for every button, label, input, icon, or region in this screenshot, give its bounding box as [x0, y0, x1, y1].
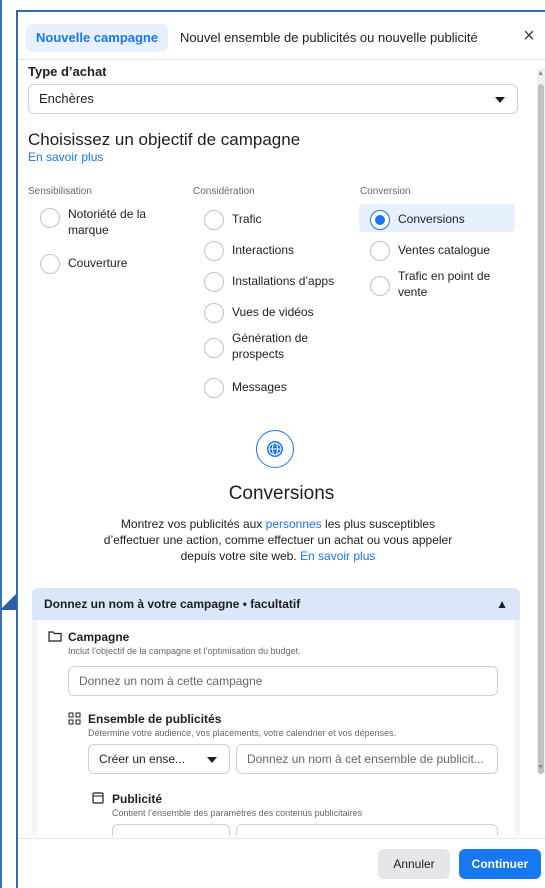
close-icon[interactable]: × [517, 25, 541, 49]
adset-mode-value: Créer un ense... [99, 752, 186, 766]
campaign-naming-panel: Donnez un nom à votre campagne • faculta… [32, 588, 520, 836]
option-video-views[interactable]: Vues de vidéos [204, 301, 354, 323]
ad-section-subtitle: Contient l’ensemble des paramètres des c… [112, 808, 363, 818]
campaign-name-input[interactable]: Donnez un nom à cette campagne [68, 666, 498, 696]
dialog-scroll-area: Type d’achat Enchères Choisissez un obje… [18, 60, 545, 836]
adset-mode-select[interactable]: Créer un ense... [88, 744, 230, 774]
campaign-section-title: Campagne [68, 630, 130, 644]
dialog-footer: Annuler Continuer [18, 838, 545, 888]
radio-button[interactable] [204, 210, 224, 230]
radio-button[interactable] [204, 303, 224, 323]
radio-button[interactable] [370, 276, 390, 296]
adset-section-subtitle: Détermine votre audience, vos placements… [88, 728, 397, 738]
selected-objective-description: Montrez vos publicités aux personnes les… [98, 516, 458, 564]
naming-panel-title: Donnez un nom à votre campagne • faculta… [44, 597, 301, 611]
dialog-tabs: Nouvelle campagne Nouvel ensemble de pub… [18, 12, 545, 60]
radio-button[interactable] [370, 241, 390, 261]
option-label: Notoriété de la marque [68, 207, 147, 237]
radio-button[interactable] [40, 254, 60, 274]
caret-down-icon [207, 757, 217, 763]
left-accent-stripe [0, 0, 2, 888]
people-link[interactable]: personnes [266, 517, 322, 531]
option-lead-generation[interactable]: Génération de prospects [204, 330, 324, 362]
purchase-type-value: Enchères [39, 91, 94, 106]
tab-new-adset-or-ad[interactable]: Nouvel ensemble de publicités ou nouvell… [170, 24, 488, 52]
description-text: Montrez vos publicités aux [120, 517, 266, 531]
learn-more-link[interactable]: En savoir plus [28, 150, 103, 164]
option-label: Interactions [232, 243, 295, 257]
option-engagement[interactable]: Interactions [204, 239, 354, 261]
radio-button[interactable] [204, 338, 224, 358]
create-campaign-dialog: Nouvelle campagne Nouvel ensemble de pub… [16, 10, 545, 888]
naming-panel-header[interactable]: Donnez un nom à votre campagne • faculta… [32, 588, 520, 620]
option-reach[interactable]: Couverture [40, 252, 160, 274]
ad-section-title: Publicité [112, 792, 163, 806]
ad-window-icon [92, 792, 104, 807]
radio-button[interactable] [204, 241, 224, 261]
cancel-button[interactable]: Annuler [378, 849, 450, 879]
option-label: Génération de prospects [232, 331, 309, 361]
option-label: Vues de vidéos [232, 305, 314, 319]
ad-name-input[interactable] [236, 824, 498, 836]
column-heading-awareness: Sensibilisation [28, 186, 92, 197]
option-conversions[interactable]: Conversions [370, 208, 520, 230]
objective-title: Choisissez un objectif de campagne [28, 130, 301, 149]
tab-new-campaign[interactable]: Nouvelle campagne [26, 24, 169, 52]
scrollbar-thumb[interactable] [538, 84, 544, 774]
naming-panel-body: Campagne Inclut l’objectif de la campagn… [38, 620, 514, 836]
adset-name-input[interactable]: Donnez un nom à cet ensemble de publicit… [236, 744, 498, 774]
option-messages[interactable]: Messages [204, 376, 354, 398]
option-label: Conversions [398, 212, 465, 226]
option-label: Couverture [68, 256, 128, 270]
purchase-type-label: Type d’achat [28, 64, 107, 79]
radio-button-selected[interactable] [370, 210, 390, 230]
option-brand-awareness[interactable]: Notoriété de la marque [40, 206, 160, 238]
ad-mode-select[interactable] [112, 824, 230, 836]
option-catalog-sales[interactable]: Ventes catalogue [370, 239, 520, 261]
grid-icon [68, 712, 81, 728]
radio-button[interactable] [40, 208, 60, 228]
scroll-down-icon[interactable]: ▼ [537, 764, 544, 771]
option-label: Messages [232, 380, 287, 394]
adset-section-title: Ensemble de publicités [88, 712, 222, 726]
option-store-traffic[interactable]: Trafic en point de vente [370, 268, 520, 300]
radio-button[interactable] [204, 378, 224, 398]
continue-button[interactable]: Continuer [459, 849, 541, 879]
chevron-up-icon[interactable]: ▲ [496, 588, 508, 620]
option-label: Trafic [232, 212, 262, 226]
option-app-installs[interactable]: Installations d’apps [204, 270, 354, 292]
learn-more-link[interactable]: En savoir plus [300, 549, 375, 563]
caret-down-icon [495, 97, 505, 103]
campaign-section-subtitle: Inclut l’objectif de la campagne et l’op… [68, 646, 301, 656]
scroll-up-icon[interactable]: ▲ [537, 70, 544, 77]
option-label: Installations d’apps [232, 274, 335, 288]
column-heading-conversion: Conversion [360, 186, 411, 197]
selected-objective-title: Conversions [228, 483, 335, 504]
purchase-type-select[interactable]: Enchères [28, 84, 518, 114]
option-label: Ventes catalogue [398, 243, 491, 257]
folder-icon [48, 630, 62, 645]
option-traffic[interactable]: Trafic [204, 208, 354, 230]
column-heading-consideration: Considération [193, 186, 255, 197]
option-label: Trafic en point de vente [398, 269, 491, 299]
globe-icon [256, 430, 294, 468]
radio-button[interactable] [204, 272, 224, 292]
